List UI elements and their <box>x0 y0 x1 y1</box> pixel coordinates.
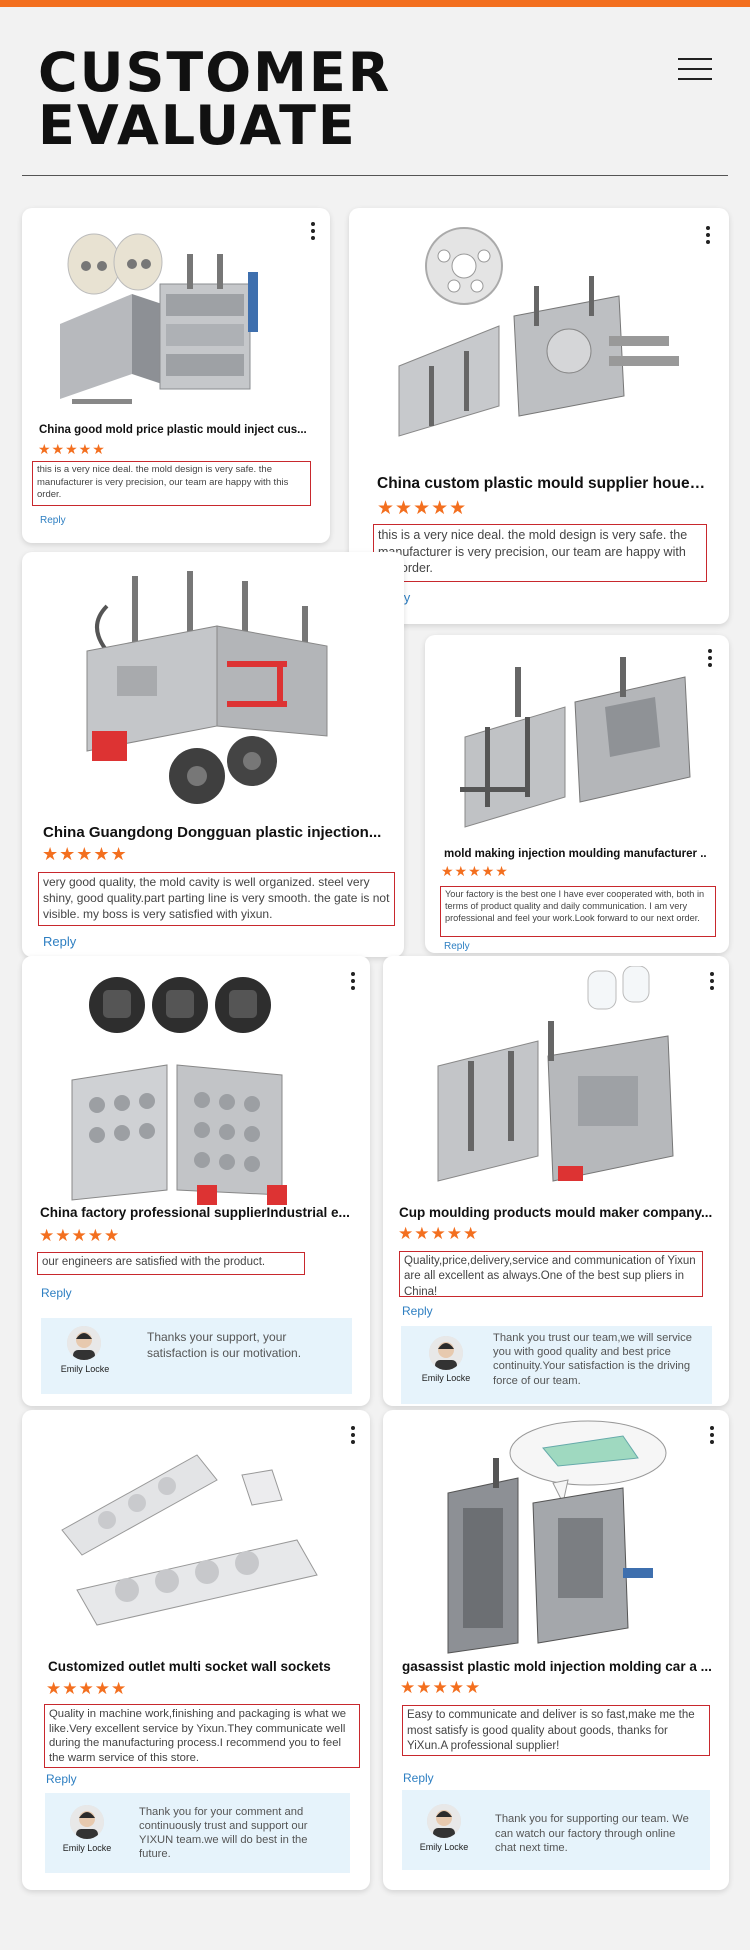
product-title[interactable]: China Guangdong Dongguan plastic injecti… <box>43 824 393 841</box>
star-rating: ★★★★★ <box>377 498 468 519</box>
product-title[interactable]: Customized outlet multi socket wall sock… <box>48 1659 358 1674</box>
seller-answer: Emily Locke Thank you for your comment a… <box>45 1793 350 1873</box>
reply-link[interactable]: Reply <box>43 934 76 949</box>
answer-author: Emily Locke <box>419 1842 469 1852</box>
product-image <box>71 977 287 1205</box>
star-rating: ★★★★★ <box>400 1678 482 1697</box>
reply-link[interactable]: Reply <box>403 1771 434 1785</box>
more-vertical-icon[interactable] <box>350 972 356 990</box>
product-title[interactable]: China custom plastic mould supplier houe… <box>377 475 712 493</box>
review-text: Quality in machine work,finishing and pa… <box>44 1704 360 1768</box>
more-vertical-icon[interactable] <box>350 1426 356 1444</box>
reply-link[interactable]: Reply <box>41 1286 72 1300</box>
review-card: Customized outlet multi socket wall sock… <box>22 1410 370 1890</box>
review-text: Easy to communicate and deliver is so fa… <box>402 1705 710 1756</box>
reply-link[interactable]: Reply <box>444 941 470 952</box>
hamburger-menu-icon[interactable] <box>678 58 712 80</box>
more-vertical-icon[interactable] <box>709 1426 715 1444</box>
product-image <box>60 233 258 404</box>
review-text: Quality,price,delivery,service and commu… <box>399 1251 703 1297</box>
answer-text: Thank you trust our team,we will service… <box>493 1332 692 1387</box>
review-text: this is a very nice deal. the mold desig… <box>373 524 707 582</box>
avatar <box>427 1804 461 1838</box>
avatar <box>70 1805 104 1839</box>
review-card: China factory professional supplierIndus… <box>22 956 370 1406</box>
review-text: this is a very nice deal. the mold desig… <box>32 461 311 506</box>
review-card: gasassist plastic mold injection molding… <box>383 1410 729 1890</box>
star-rating: ★★★★★ <box>38 441 106 457</box>
title-line-2: EVALUATE <box>38 94 357 157</box>
reply-link[interactable]: Reply <box>46 1772 77 1786</box>
seller-answer: Emily Locke Thank you trust our team,we … <box>401 1326 712 1404</box>
title-line-1: CUSTOMER <box>38 41 392 104</box>
top-accent-bar <box>0 0 750 7</box>
product-image <box>398 227 679 437</box>
product-image <box>460 657 691 828</box>
seller-answer: Emily Locke Thank you for supporting our… <box>402 1790 710 1870</box>
header-divider <box>22 175 728 176</box>
reply-link[interactable]: Reply <box>402 1304 433 1318</box>
more-vertical-icon[interactable] <box>705 226 711 244</box>
product-title[interactable]: gasassist plastic mold injection molding… <box>402 1659 717 1674</box>
review-text: our engineers are satisfied with the pro… <box>37 1252 305 1275</box>
page-title: CUSTOMER EVALUATE <box>38 41 392 157</box>
more-vertical-icon[interactable] <box>310 222 316 240</box>
more-vertical-icon[interactable] <box>709 972 715 990</box>
review-card: Cup moulding products mould maker compan… <box>383 956 729 1406</box>
product-title[interactable]: mold making injection moulding manufactu… <box>444 848 719 860</box>
star-rating: ★★★★★ <box>398 1224 480 1243</box>
answer-author: Emily Locke <box>60 1364 110 1374</box>
product-title[interactable]: Cup moulding products mould maker compan… <box>399 1205 716 1220</box>
star-rating: ★★★★★ <box>39 1226 121 1245</box>
star-rating: ★★★★★ <box>441 863 509 879</box>
star-rating: ★★★★★ <box>46 1679 128 1698</box>
product-image <box>447 1420 667 1654</box>
answer-text: Thanks your support, your satisfaction i… <box>147 1330 302 1360</box>
avatar <box>429 1336 463 1370</box>
review-card: mold making injection moulding manufactu… <box>425 635 729 953</box>
reply-link[interactable]: Reply <box>40 515 66 526</box>
product-title[interactable]: China factory professional supplierIndus… <box>40 1205 355 1220</box>
product-title[interactable]: China good mold price plastic mould inje… <box>39 424 319 436</box>
answer-author: Emily Locke <box>62 1843 112 1853</box>
review-card: China good mold price plastic mould inje… <box>22 208 330 543</box>
product-image <box>86 571 328 804</box>
more-vertical-icon[interactable] <box>707 649 713 667</box>
star-rating: ★★★★★ <box>42 844 128 864</box>
answer-text: Thank you for your comment and continuou… <box>139 1806 308 1860</box>
review-text: Your factory is the best one I have ever… <box>440 886 716 937</box>
seller-answer: Emily Locke Thanks your support, your sa… <box>41 1318 352 1394</box>
review-card: China Guangdong Dongguan plastic injecti… <box>22 552 404 957</box>
answer-author: Emily Locke <box>421 1373 471 1383</box>
avatar <box>67 1326 101 1360</box>
product-image <box>437 966 674 1182</box>
product-image <box>61 1454 318 1626</box>
review-card: China custom plastic mould supplier houe… <box>349 208 729 624</box>
answer-text: Thank you for supporting our team. We ca… <box>495 1813 689 1855</box>
review-text: very good quality, the mold cavity is we… <box>38 872 395 926</box>
